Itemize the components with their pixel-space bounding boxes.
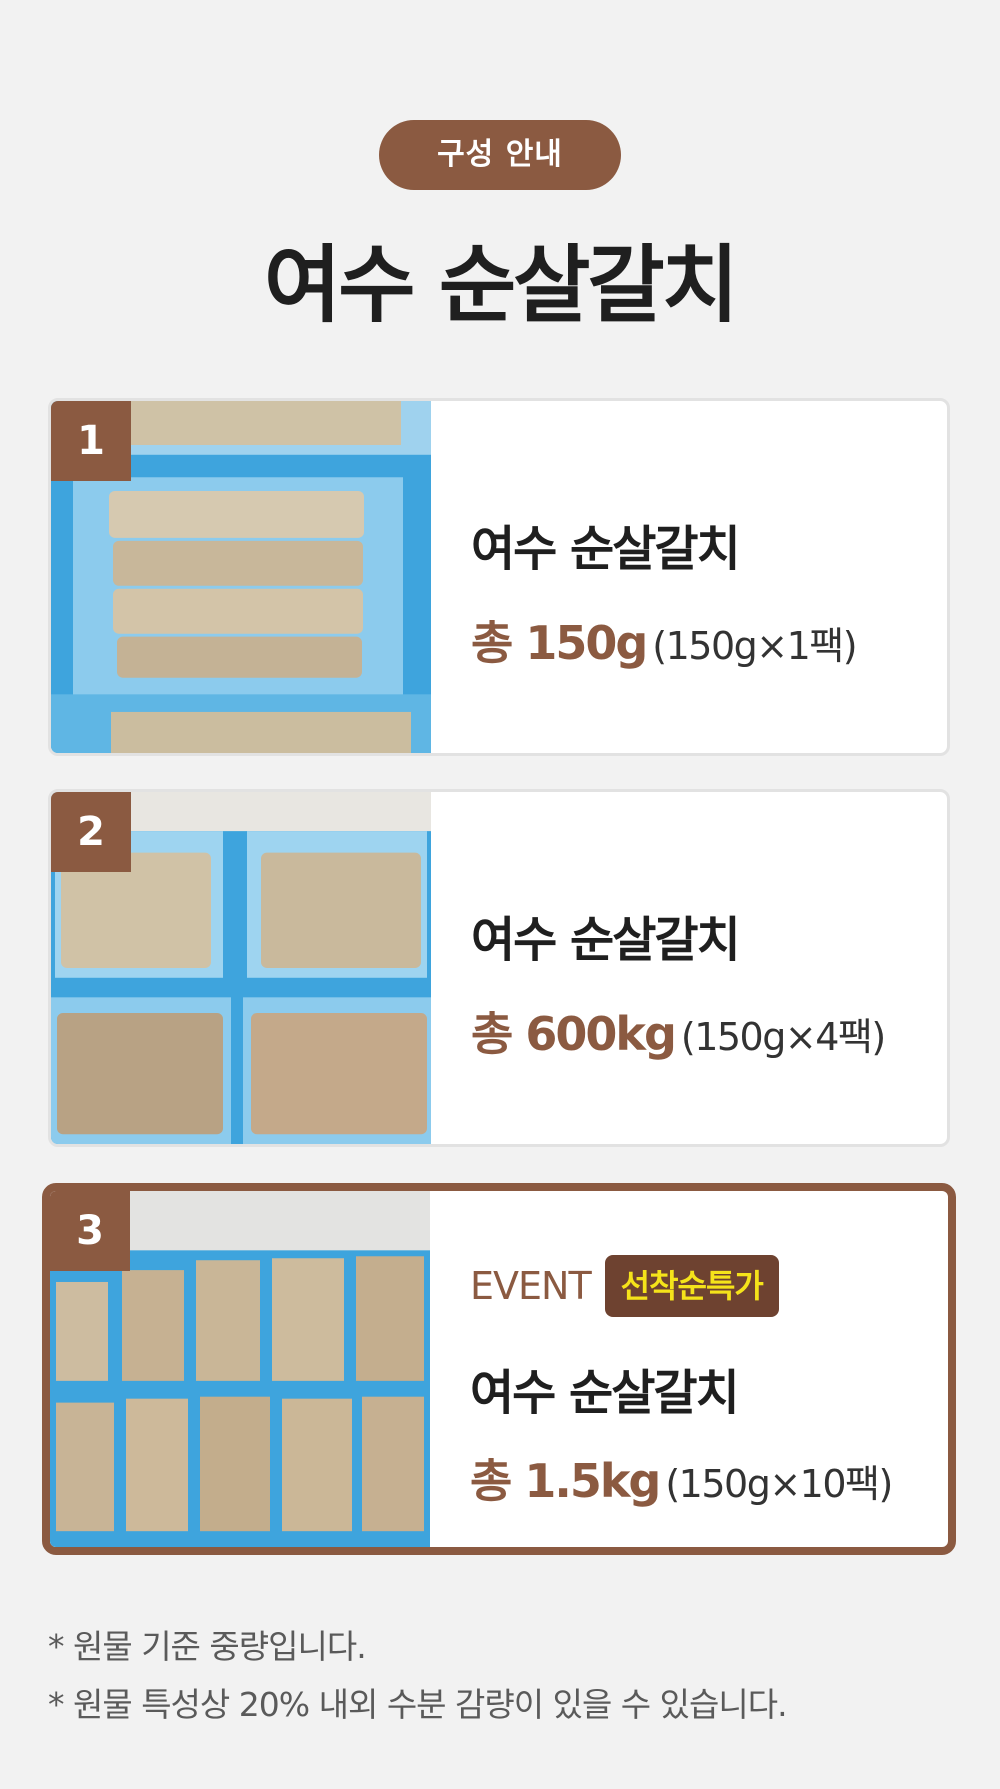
option-number-badge: 1 <box>51 401 131 481</box>
footnote: * 원물 특성상 20% 내외 수분 감량이 있을 수 있습니다. <box>48 1685 788 1724</box>
option-name: 여수 순살갈치 <box>471 521 741 577</box>
option-total-weight: 총 1.5kg <box>470 1454 661 1508</box>
option-pack-detail: (150g×1팩) <box>652 624 857 668</box>
option-total-weight: 총 150g <box>471 616 648 670</box>
option-card-2[interactable]: 2 여수 순살갈치 총 600kg (150g×4팩) <box>48 789 950 1147</box>
option-number-badge: 3 <box>50 1191 130 1271</box>
footnote: * 원물 기준 중량입니다. <box>48 1627 367 1666</box>
option-card-3[interactable]: 3 EVENT 선착순특가 여수 순살갈치 총 1.5kg (150g×10팩) <box>42 1183 956 1555</box>
event-label: EVENT <box>470 1264 592 1308</box>
option-name: 여수 순살갈치 <box>471 912 741 968</box>
option-pack-detail: (150g×10팩) <box>665 1462 893 1506</box>
option-card-1[interactable]: 1 여수 순살갈치 총 150g (150g×1팩) <box>48 398 950 756</box>
option-number-badge: 2 <box>51 792 131 872</box>
page-title: 여수 순살갈치 <box>264 236 739 334</box>
option-total-weight: 총 600kg <box>471 1007 677 1061</box>
event-badge: 선착순특가 <box>604 1255 779 1317</box>
option-pack-detail: (150g×4팩) <box>680 1015 886 1059</box>
section-badge: 구성 안내 <box>379 120 621 190</box>
option-name: 여수 순살갈치 <box>470 1365 740 1421</box>
